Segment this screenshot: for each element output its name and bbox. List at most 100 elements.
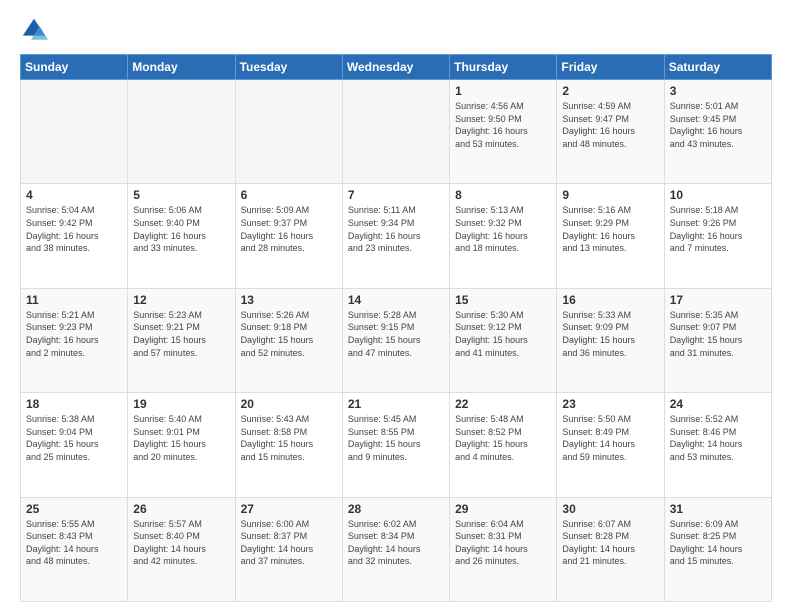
weekday-header: Wednesday xyxy=(342,55,449,80)
day-info: Sunrise: 5:30 AM Sunset: 9:12 PM Dayligh… xyxy=(455,309,551,359)
calendar-cell: 14 Sunrise: 5:28 AM Sunset: 9:15 PM Dayli… xyxy=(342,288,449,392)
day-info: Sunrise: 5:26 AM Sunset: 9:18 PM Dayligh… xyxy=(241,309,337,359)
day-info: Sunrise: 5:35 AM Sunset: 9:07 PM Dayligh… xyxy=(670,309,766,359)
weekday-row: SundayMondayTuesdayWednesdayThursdayFrid… xyxy=(21,55,772,80)
day-info: Sunrise: 4:59 AM Sunset: 9:47 PM Dayligh… xyxy=(562,100,658,150)
calendar-cell: 28 Sunrise: 6:02 AM Sunset: 8:34 PM Dayli… xyxy=(342,497,449,601)
page: SundayMondayTuesdayWednesdayThursdayFrid… xyxy=(0,0,792,612)
calendar-cell xyxy=(21,80,128,184)
calendar-cell xyxy=(128,80,235,184)
calendar-cell: 3 Sunrise: 5:01 AM Sunset: 9:45 PM Daylig… xyxy=(664,80,771,184)
calendar-cell: 7Sunrise: 5:11 AM Sunset: 9:34 PM Daylig… xyxy=(342,184,449,288)
calendar-cell: 25Sunrise: 5:55 AM Sunset: 8:43 PM Dayli… xyxy=(21,497,128,601)
calendar-cell: 1Sunrise: 4:56 AM Sunset: 9:50 PM Daylig… xyxy=(450,80,557,184)
calendar-cell: 2 Sunrise: 4:59 AM Sunset: 9:47 PM Daylig… xyxy=(557,80,664,184)
day-info: Sunrise: 6:00 AM Sunset: 8:37 PM Dayligh… xyxy=(241,518,337,568)
calendar-cell: 20 Sunrise: 5:43 AM Sunset: 8:58 PM Dayli… xyxy=(235,393,342,497)
day-number: 16 xyxy=(562,293,658,307)
calendar-cell: 27 Sunrise: 6:00 AM Sunset: 8:37 PM Dayli… xyxy=(235,497,342,601)
day-number: 30 xyxy=(562,502,658,516)
day-info: Sunrise: 5:50 AM Sunset: 8:49 PM Dayligh… xyxy=(562,413,658,463)
weekday-header: Tuesday xyxy=(235,55,342,80)
calendar-cell: 6 Sunrise: 5:09 AM Sunset: 9:37 PM Daylig… xyxy=(235,184,342,288)
day-info: Sunrise: 5:52 AM Sunset: 8:46 PM Dayligh… xyxy=(670,413,766,463)
day-number: 5 xyxy=(133,188,229,202)
day-info: Sunrise: 5:18 AM Sunset: 9:26 PM Dayligh… xyxy=(670,204,766,254)
day-info: Sunrise: 5:40 AM Sunset: 9:01 PM Dayligh… xyxy=(133,413,229,463)
calendar-cell: 13 Sunrise: 5:26 AM Sunset: 9:18 PM Dayli… xyxy=(235,288,342,392)
day-number: 26 xyxy=(133,502,229,516)
day-info: Sunrise: 6:09 AM Sunset: 8:25 PM Dayligh… xyxy=(670,518,766,568)
day-number: 17 xyxy=(670,293,766,307)
calendar-cell: 16 Sunrise: 5:33 AM Sunset: 9:09 PM Dayli… xyxy=(557,288,664,392)
day-number: 9 xyxy=(562,188,658,202)
calendar-cell: 10 Sunrise: 5:18 AM Sunset: 9:26 PM Dayli… xyxy=(664,184,771,288)
calendar-cell xyxy=(235,80,342,184)
day-number: 6 xyxy=(241,188,337,202)
day-number: 27 xyxy=(241,502,337,516)
calendar-cell: 26 Sunrise: 5:57 AM Sunset: 8:40 PM Dayli… xyxy=(128,497,235,601)
calendar-week-row: 25Sunrise: 5:55 AM Sunset: 8:43 PM Dayli… xyxy=(21,497,772,601)
calendar-cell: 19 Sunrise: 5:40 AM Sunset: 9:01 PM Dayli… xyxy=(128,393,235,497)
day-info: Sunrise: 5:01 AM Sunset: 9:45 PM Dayligh… xyxy=(670,100,766,150)
calendar-cell: 8 Sunrise: 5:13 AM Sunset: 9:32 PM Daylig… xyxy=(450,184,557,288)
day-info: Sunrise: 4:56 AM Sunset: 9:50 PM Dayligh… xyxy=(455,100,551,150)
logo xyxy=(20,16,52,44)
calendar-cell: 4Sunrise: 5:04 AM Sunset: 9:42 PM Daylig… xyxy=(21,184,128,288)
day-number: 4 xyxy=(26,188,122,202)
calendar-week-row: 11 Sunrise: 5:21 AM Sunset: 9:23 PM Dayli… xyxy=(21,288,772,392)
day-info: Sunrise: 5:33 AM Sunset: 9:09 PM Dayligh… xyxy=(562,309,658,359)
day-number: 14 xyxy=(348,293,444,307)
calendar-cell: 15 Sunrise: 5:30 AM Sunset: 9:12 PM Dayli… xyxy=(450,288,557,392)
weekday-header: Sunday xyxy=(21,55,128,80)
day-number: 22 xyxy=(455,397,551,411)
day-info: Sunrise: 5:21 AM Sunset: 9:23 PM Dayligh… xyxy=(26,309,122,359)
calendar-week-row: 4Sunrise: 5:04 AM Sunset: 9:42 PM Daylig… xyxy=(21,184,772,288)
calendar-cell: 5Sunrise: 5:06 AM Sunset: 9:40 PM Daylig… xyxy=(128,184,235,288)
day-number: 23 xyxy=(562,397,658,411)
day-number: 13 xyxy=(241,293,337,307)
day-info: Sunrise: 5:57 AM Sunset: 8:40 PM Dayligh… xyxy=(133,518,229,568)
day-number: 28 xyxy=(348,502,444,516)
day-number: 20 xyxy=(241,397,337,411)
calendar-week-row: 18Sunrise: 5:38 AM Sunset: 9:04 PM Dayli… xyxy=(21,393,772,497)
day-info: Sunrise: 5:11 AM Sunset: 9:34 PM Dayligh… xyxy=(348,204,444,254)
day-info: Sunrise: 5:38 AM Sunset: 9:04 PM Dayligh… xyxy=(26,413,122,463)
day-number: 11 xyxy=(26,293,122,307)
day-info: Sunrise: 5:48 AM Sunset: 8:52 PM Dayligh… xyxy=(455,413,551,463)
day-info: Sunrise: 5:09 AM Sunset: 9:37 PM Dayligh… xyxy=(241,204,337,254)
day-number: 21 xyxy=(348,397,444,411)
day-info: Sunrise: 5:28 AM Sunset: 9:15 PM Dayligh… xyxy=(348,309,444,359)
day-number: 15 xyxy=(455,293,551,307)
calendar-cell: 18Sunrise: 5:38 AM Sunset: 9:04 PM Dayli… xyxy=(21,393,128,497)
calendar-cell: 24 Sunrise: 5:52 AM Sunset: 8:46 PM Dayli… xyxy=(664,393,771,497)
calendar-cell: 17 Sunrise: 5:35 AM Sunset: 9:07 PM Dayli… xyxy=(664,288,771,392)
day-number: 3 xyxy=(670,84,766,98)
weekday-header: Thursday xyxy=(450,55,557,80)
day-number: 19 xyxy=(133,397,229,411)
weekday-header: Friday xyxy=(557,55,664,80)
calendar-week-row: 1Sunrise: 4:56 AM Sunset: 9:50 PM Daylig… xyxy=(21,80,772,184)
day-info: Sunrise: 5:23 AM Sunset: 9:21 PM Dayligh… xyxy=(133,309,229,359)
calendar-cell: 30Sunrise: 6:07 AM Sunset: 8:28 PM Dayli… xyxy=(557,497,664,601)
calendar-body: 1Sunrise: 4:56 AM Sunset: 9:50 PM Daylig… xyxy=(21,80,772,602)
weekday-header: Saturday xyxy=(664,55,771,80)
calendar-cell: 22 Sunrise: 5:48 AM Sunset: 8:52 PM Dayli… xyxy=(450,393,557,497)
day-info: Sunrise: 5:13 AM Sunset: 9:32 PM Dayligh… xyxy=(455,204,551,254)
day-info: Sunrise: 6:02 AM Sunset: 8:34 PM Dayligh… xyxy=(348,518,444,568)
day-info: Sunrise: 5:43 AM Sunset: 8:58 PM Dayligh… xyxy=(241,413,337,463)
day-number: 10 xyxy=(670,188,766,202)
day-number: 31 xyxy=(670,502,766,516)
calendar-cell: 31 Sunrise: 6:09 AM Sunset: 8:25 PM Dayli… xyxy=(664,497,771,601)
day-info: Sunrise: 5:45 AM Sunset: 8:55 PM Dayligh… xyxy=(348,413,444,463)
day-number: 29 xyxy=(455,502,551,516)
day-number: 2 xyxy=(562,84,658,98)
day-info: Sunrise: 6:04 AM Sunset: 8:31 PM Dayligh… xyxy=(455,518,551,568)
day-number: 24 xyxy=(670,397,766,411)
calendar-cell: 21 Sunrise: 5:45 AM Sunset: 8:55 PM Dayli… xyxy=(342,393,449,497)
calendar-table: SundayMondayTuesdayWednesdayThursdayFrid… xyxy=(20,54,772,602)
day-number: 8 xyxy=(455,188,551,202)
day-number: 25 xyxy=(26,502,122,516)
calendar-cell: 12Sunrise: 5:23 AM Sunset: 9:21 PM Dayli… xyxy=(128,288,235,392)
logo-icon xyxy=(20,16,48,44)
